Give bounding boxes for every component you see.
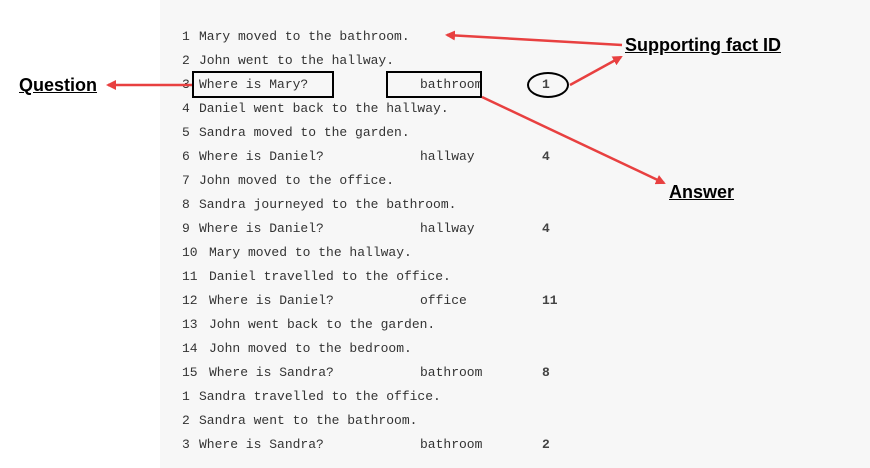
answer-arrow — [481, 95, 666, 185]
annotation-arrows — [106, 30, 666, 185]
supporting-to-line1-arrow — [445, 30, 623, 47]
supporting-fact-arrow — [569, 55, 623, 87]
